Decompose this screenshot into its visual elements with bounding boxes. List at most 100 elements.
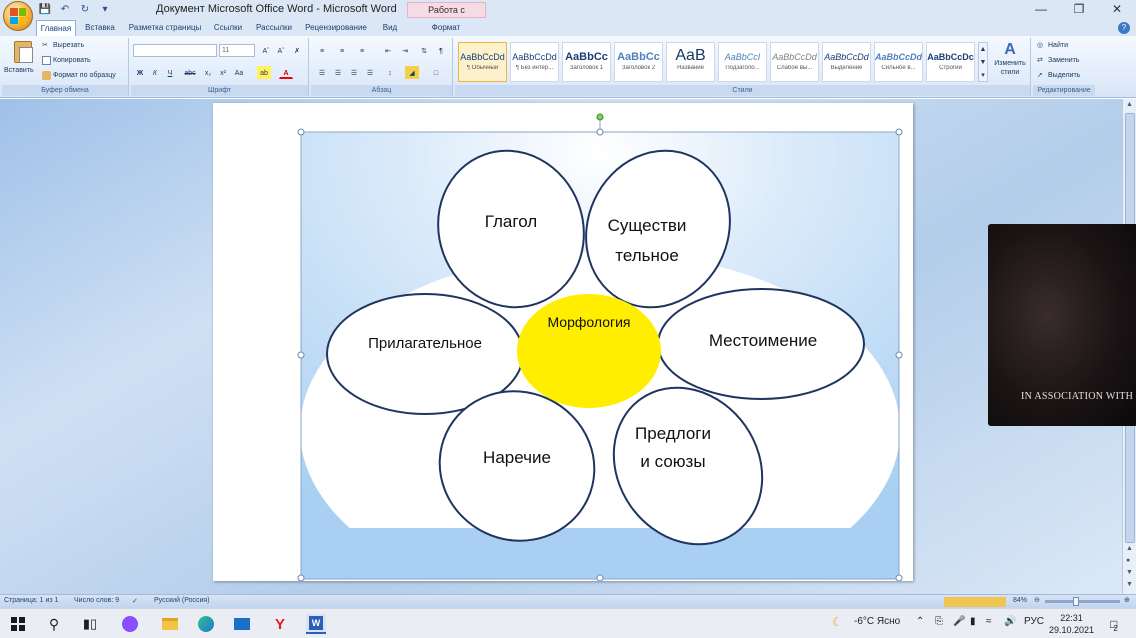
format-painter-button[interactable]: Формат по образцу bbox=[42, 71, 116, 80]
video-overlay[interactable]: IN ASSOCIATION WITH BROI bbox=[988, 224, 1136, 426]
underline-icon[interactable]: Ч bbox=[163, 66, 177, 79]
word-app-icon[interactable]: W bbox=[306, 614, 326, 634]
style-subtitle[interactable]: AaBbCcI Подзаголо... bbox=[718, 42, 767, 82]
tray-chevron-icon[interactable]: ⌃ bbox=[916, 616, 924, 627]
style-title[interactable]: AaB Название bbox=[666, 42, 715, 82]
copy-button[interactable]: Копировать bbox=[42, 56, 91, 65]
page-count[interactable]: Страница: 1 из 1 bbox=[4, 597, 58, 604]
style-heading-2[interactable]: AaBbCc Заголовок 2 bbox=[614, 42, 663, 82]
language-indicator[interactable]: Русский (Россия) bbox=[154, 597, 210, 604]
microphone-icon[interactable]: 🎤 bbox=[953, 616, 965, 627]
notification-center-icon[interactable]: □ 2 bbox=[1104, 614, 1124, 634]
resize-handle[interactable] bbox=[596, 128, 604, 136]
proofing-icon[interactable]: ✓ bbox=[132, 597, 138, 605]
show-marks-icon[interactable]: ¶ bbox=[434, 44, 448, 57]
numbering-icon[interactable]: ≡ bbox=[335, 44, 349, 57]
word-count[interactable]: Число слов: 9 bbox=[74, 597, 119, 604]
styles-scroll-icon[interactable]: ▲ ▼ ▾ bbox=[978, 42, 988, 82]
find-button[interactable]: ◎ Найти bbox=[1037, 41, 1068, 50]
search-icon[interactable]: ⚲ bbox=[44, 614, 64, 634]
borders-icon[interactable]: □ bbox=[429, 66, 443, 79]
tab-view[interactable]: Вид bbox=[376, 20, 404, 36]
tab-review[interactable]: Рецензирование bbox=[303, 20, 369, 36]
change-case-icon[interactable]: Aa bbox=[232, 66, 246, 79]
increase-indent-icon[interactable]: ⇥ bbox=[398, 44, 412, 57]
scroll-up-icon[interactable]: ▲ bbox=[1126, 101, 1133, 108]
windows-start-icon[interactable] bbox=[8, 614, 28, 634]
view-buttons[interactable] bbox=[944, 597, 1006, 607]
browse-object-icon[interactable]: ● bbox=[1126, 557, 1130, 564]
maximize-icon[interactable]: ❐ bbox=[1060, 0, 1098, 18]
resize-handle[interactable] bbox=[297, 128, 305, 136]
volume-icon[interactable]: 🔊 bbox=[1004, 616, 1016, 627]
save-icon[interactable]: 💾 bbox=[38, 2, 52, 16]
next-page-icon[interactable]: ▼ bbox=[1126, 569, 1133, 576]
battery-icon[interactable]: ▮ bbox=[970, 616, 976, 627]
bullets-icon[interactable]: ≡ bbox=[315, 44, 329, 57]
style-no-spacing[interactable]: AaBbCcDd ¶ Без интер... bbox=[510, 42, 559, 82]
resize-handle[interactable] bbox=[596, 574, 604, 581]
replace-button[interactable]: ⇄ Заменить bbox=[1037, 56, 1079, 65]
style-emphasis[interactable]: AaBbCcDd Выделение bbox=[822, 42, 871, 82]
zoom-out-icon[interactable]: ⊖ bbox=[1034, 596, 1040, 604]
decrease-indent-icon[interactable]: ⇤ bbox=[381, 44, 395, 57]
tab-home[interactable]: Главная bbox=[36, 20, 76, 36]
input-language[interactable]: РУС bbox=[1024, 616, 1044, 627]
highlight-icon[interactable]: ab bbox=[257, 66, 271, 79]
justify-icon[interactable]: ☰ bbox=[363, 66, 377, 79]
alice-assistant-icon[interactable] bbox=[120, 614, 140, 634]
resize-handle[interactable] bbox=[895, 351, 903, 359]
line-spacing-icon[interactable]: ↕ bbox=[383, 66, 397, 79]
zoom-in-icon[interactable]: ⊕ bbox=[1124, 596, 1130, 604]
cut-button[interactable]: ✂ Вырезать bbox=[42, 41, 84, 50]
tab-mailings[interactable]: Рассылки bbox=[252, 20, 296, 36]
file-explorer-icon[interactable] bbox=[160, 614, 180, 634]
tab-references[interactable]: Ссылки bbox=[210, 20, 246, 36]
tab-format[interactable]: Формат bbox=[428, 20, 464, 36]
align-left-icon[interactable]: ☰ bbox=[315, 66, 329, 79]
font-color-icon[interactable]: A bbox=[279, 66, 293, 79]
task-view-icon[interactable]: ▮▯ bbox=[80, 614, 100, 634]
clear-format-icon[interactable]: ✗ bbox=[290, 44, 304, 57]
resize-handle[interactable] bbox=[895, 128, 903, 136]
tab-page-layout[interactable]: Разметка страницы bbox=[126, 20, 204, 36]
yandex-browser-icon[interactable]: Y bbox=[270, 614, 290, 634]
close-icon[interactable]: ✕ bbox=[1098, 0, 1136, 18]
bold-icon[interactable]: Ж bbox=[133, 66, 147, 79]
help-icon[interactable]: ? bbox=[1118, 22, 1130, 34]
superscript-icon[interactable]: x² bbox=[216, 66, 230, 79]
style-strong[interactable]: AaBbCcDc Строгий bbox=[926, 42, 975, 82]
font-size-field[interactable]: 11 bbox=[219, 44, 255, 57]
clock[interactable]: 22:31 29.10.2021 bbox=[1049, 612, 1094, 636]
customize-qat-icon[interactable]: ▾ bbox=[98, 2, 112, 16]
office-button[interactable] bbox=[3, 1, 33, 31]
subscript-icon[interactable]: x₂ bbox=[201, 66, 215, 79]
align-right-icon[interactable]: ☰ bbox=[347, 66, 361, 79]
scroll-down-icon[interactable]: ▼ bbox=[1126, 581, 1133, 588]
mail-icon[interactable] bbox=[232, 614, 252, 634]
shading-icon[interactable]: ◢ bbox=[405, 66, 419, 79]
rotate-handle[interactable] bbox=[596, 113, 604, 121]
style-heading-1[interactable]: AaBbCc Заголовок 1 bbox=[562, 42, 611, 82]
grow-font-icon[interactable]: Aˆ bbox=[259, 44, 273, 57]
style-subtle-emphasis[interactable]: AaBbCcDd Слабое вы... bbox=[770, 42, 819, 82]
change-styles-button[interactable]: A Изменить стили bbox=[991, 41, 1029, 85]
shrink-font-icon[interactable]: Aˇ bbox=[274, 44, 288, 57]
font-name-field[interactable] bbox=[133, 44, 217, 57]
minimize-icon[interactable]: — bbox=[1022, 0, 1060, 18]
tab-insert[interactable]: Вставка bbox=[82, 20, 118, 36]
multilevel-list-icon[interactable]: ≡ bbox=[355, 44, 369, 57]
network-device-icon[interactable]: ⎘ bbox=[935, 616, 943, 627]
align-center-icon[interactable]: ☰ bbox=[331, 66, 345, 79]
redo-icon[interactable]: ↻ bbox=[78, 2, 92, 16]
paste-icon[interactable] bbox=[14, 41, 33, 63]
zoom-slider[interactable] bbox=[1045, 600, 1120, 603]
strikethrough-icon[interactable]: abc bbox=[183, 66, 197, 79]
paste-button[interactable]: Вставить bbox=[4, 67, 34, 74]
undo-icon[interactable]: ↶ bbox=[58, 2, 72, 16]
zoom-level[interactable]: 84% bbox=[1013, 597, 1027, 604]
resize-handle[interactable] bbox=[895, 574, 903, 581]
style-intense-emphasis[interactable]: AaBbCcDd Сильное в... bbox=[874, 42, 923, 82]
weather-text[interactable]: -6°C Ясно bbox=[854, 616, 900, 627]
daisy-picture[interactable]: Глагол Существи тельное Прилагательное М… bbox=[213, 103, 913, 581]
